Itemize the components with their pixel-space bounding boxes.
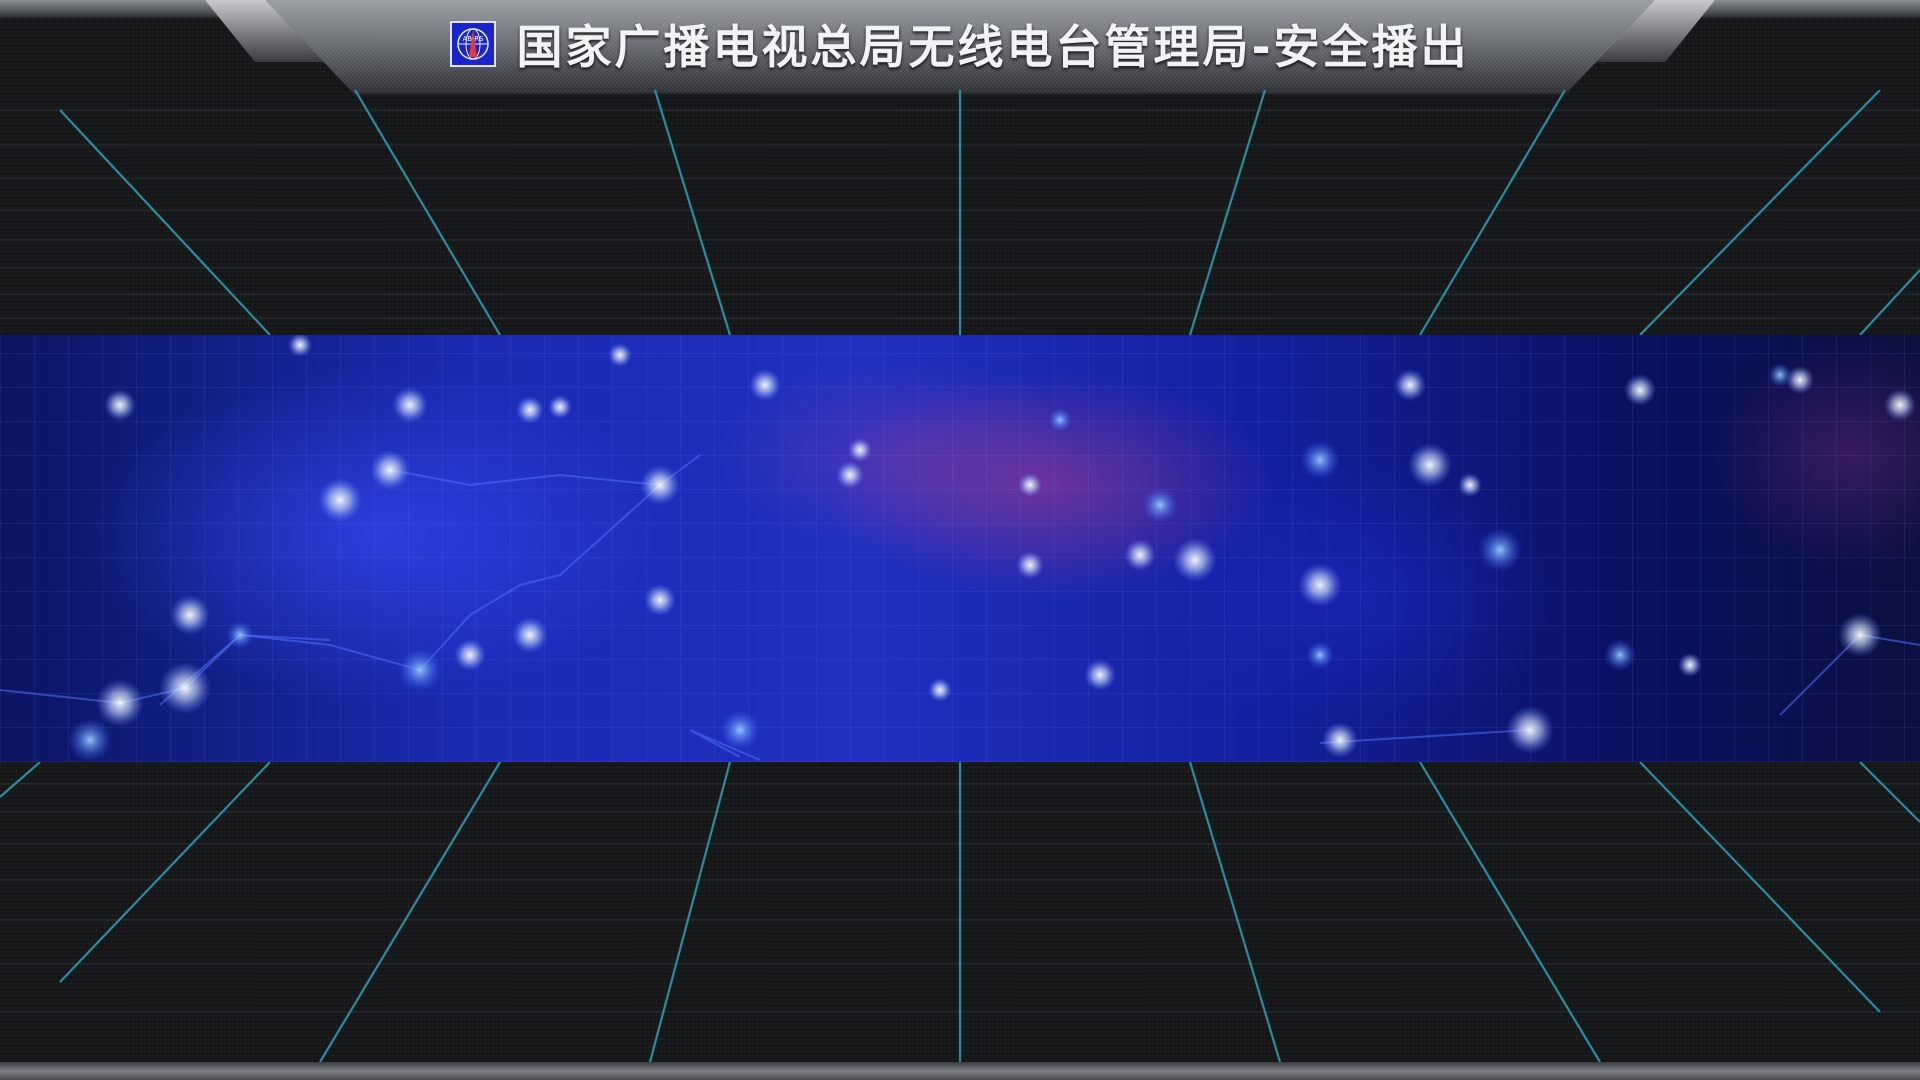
page-title: 国家广播电视总局无线电台管理局-安全播出 [516,20,1470,74]
network-banner-image [0,335,1920,762]
logo-text: AB·RS [463,35,485,43]
abrs-logo-icon: AB·RS [450,21,497,67]
top-perspective-grid [0,90,1920,335]
network-node-graphic [0,335,1920,762]
footer-band [0,1062,1920,1080]
dashboard-screen: AB·RS 国家广播电视总局无线电台管理局-安全播出 [0,0,1920,1080]
header-title-group: AB·RS 国家广播电视总局无线电台管理局-安全播出 [0,14,1920,74]
bottom-perspective-grid [0,762,1920,1062]
